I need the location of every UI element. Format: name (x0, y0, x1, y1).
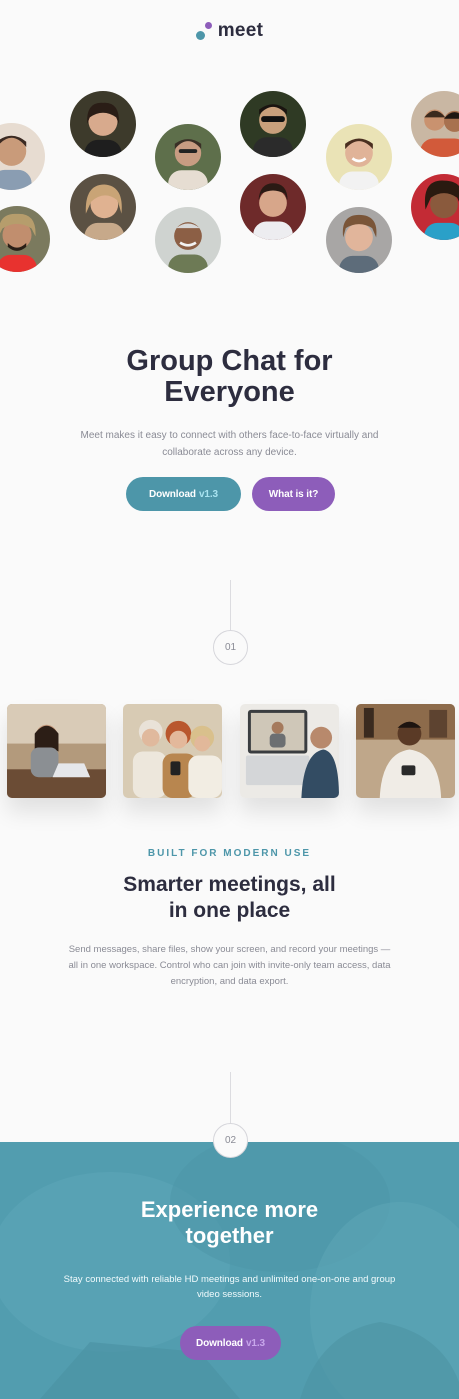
avatar (411, 91, 459, 157)
cta-title-line2: together (185, 1223, 274, 1248)
what-is-it-label: What is it? (268, 488, 319, 500)
what-is-it-button[interactable]: What is it? (252, 477, 335, 511)
hero-avatar-cluster (0, 0, 459, 290)
cta-download-version: v1.3 (245, 1337, 266, 1349)
hero-title-line2: Everyone (164, 376, 295, 408)
avatar (326, 124, 392, 190)
avatar (240, 174, 306, 240)
cta-description: Stay connected with reliable HD meetings… (63, 1274, 396, 1300)
cta-download-label: Download (195, 1337, 243, 1349)
hero-download-version: v1.3 (198, 488, 219, 500)
step-marker-01: 01 (213, 630, 248, 665)
features-description: Send messages, share files, show your sc… (68, 944, 391, 987)
feature-photo-woman-laptop (7, 704, 106, 798)
section-divider-line (230, 580, 231, 630)
features-title-line1: Smarter meetings, all (123, 873, 336, 896)
avatar (155, 124, 221, 190)
avatar (240, 91, 306, 157)
hero-download-button[interactable]: Download v1.3 (126, 477, 241, 511)
feature-photo-video-call (240, 704, 339, 798)
hero-title: Group Chat for Everyone (0, 346, 459, 408)
step-marker-02: 02 (213, 1123, 248, 1158)
features-title: Smarter meetings, all in one place (0, 872, 459, 924)
features-title-line2: in one place (168, 899, 291, 922)
hero-title-line1: Group Chat for (126, 345, 333, 377)
avatar (326, 207, 392, 273)
avatar (155, 207, 221, 273)
avatar (70, 91, 136, 157)
feature-photo-women-phone (123, 704, 222, 798)
cta-download-button[interactable]: Download v1.3 (180, 1326, 281, 1360)
avatar (411, 174, 459, 240)
avatar (70, 174, 136, 240)
cta-section (0, 1142, 459, 1399)
avatar (0, 123, 45, 190)
avatar (0, 206, 50, 272)
section-divider-line (230, 1072, 231, 1124)
feature-photo-man-phone (356, 704, 455, 798)
hero-subtitle: Meet makes it easy to connect with other… (80, 430, 379, 458)
cta-background-image (0, 1142, 459, 1399)
features-kicker: BUILT FOR MODERN USE (147, 848, 312, 859)
cta-title-line1: Experience more (140, 1197, 319, 1222)
cta-title: Experience more together (0, 1197, 459, 1249)
hero-download-label: Download (148, 488, 196, 500)
